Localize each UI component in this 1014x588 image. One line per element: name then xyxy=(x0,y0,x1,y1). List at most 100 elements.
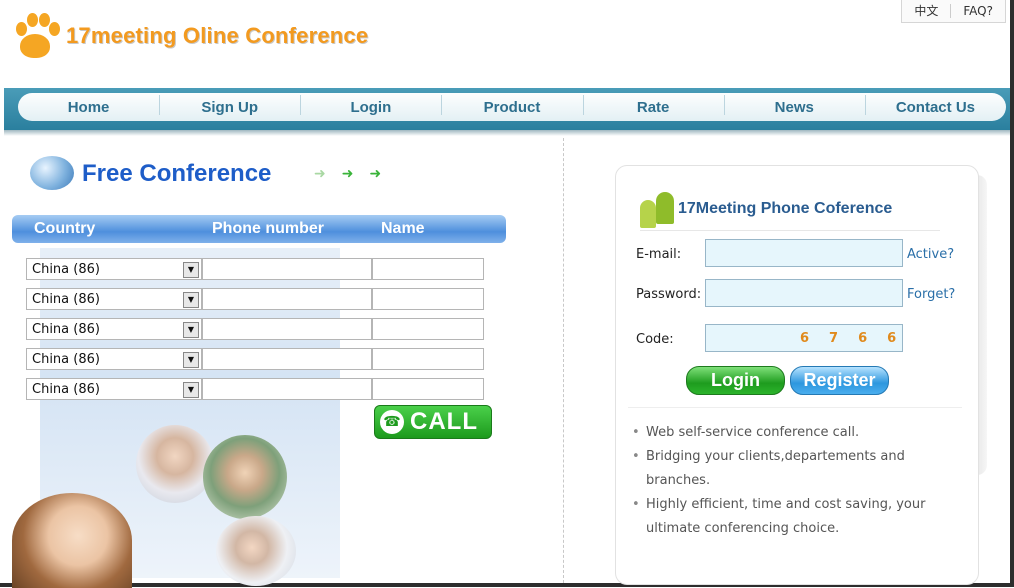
feature-text: Web self-service conference call. xyxy=(646,425,860,440)
chevron-down-icon[interactable]: ▼ xyxy=(183,292,199,308)
nav-shadow xyxy=(4,130,1010,136)
paw-toe xyxy=(39,13,50,27)
register-button[interactable]: Register xyxy=(790,366,889,395)
country-select[interactable]: China (86) ▼ xyxy=(26,318,202,340)
list-item: • Highly efficient, time and cost saving,… xyxy=(632,493,932,541)
chevron-down-icon[interactable]: ▼ xyxy=(183,352,199,368)
divider xyxy=(628,407,962,408)
participant-row: China (86) ▼ xyxy=(26,378,484,402)
nav-rate[interactable]: Rate xyxy=(582,94,724,116)
main-nav: Home Sign Up Login Product Rate News Con… xyxy=(18,93,1006,121)
country-select-value: China (86) xyxy=(32,352,100,367)
phone-number-input[interactable] xyxy=(202,378,372,400)
smiling-woman-photo xyxy=(12,493,132,588)
password-field[interactable] xyxy=(705,279,903,307)
participant-row: China (86) ▼ xyxy=(26,258,484,282)
nav-sign-up[interactable]: Sign Up xyxy=(159,94,300,116)
chinese-language-link[interactable]: 中文 xyxy=(902,0,950,22)
bullet-icon: • xyxy=(632,425,640,440)
name-input[interactable] xyxy=(372,318,484,340)
arrows-decoration: ➜ ➜ ➜ xyxy=(314,166,381,182)
chevron-down-icon[interactable]: ▼ xyxy=(183,262,199,278)
country-select-value: China (86) xyxy=(32,322,100,337)
active-link[interactable]: Active? xyxy=(907,247,954,262)
logo[interactable]: 17meeting Oline Conference xyxy=(10,10,368,62)
captcha-image[interactable]: 6 7 6 6 xyxy=(800,325,900,351)
captcha-char: 6 xyxy=(887,330,897,346)
divider xyxy=(640,230,940,231)
participant-row: China (86) ▼ xyxy=(26,288,484,312)
chevron-down-icon[interactable]: ▼ xyxy=(183,322,199,338)
faq-link[interactable]: FAQ? xyxy=(951,0,1005,22)
paw-pad xyxy=(20,34,50,58)
name-input[interactable] xyxy=(372,378,484,400)
nav-product[interactable]: Product xyxy=(441,94,582,116)
login-button[interactable]: Login xyxy=(686,366,785,395)
phone-number-input[interactable] xyxy=(202,288,372,310)
column-name: Name xyxy=(381,220,425,237)
login-panel-title: 17Meeting Phone Coference xyxy=(678,200,893,217)
people-icon xyxy=(638,190,676,230)
nav-login[interactable]: Login xyxy=(300,94,441,116)
woman-at-desk-photo xyxy=(216,516,296,586)
name-input[interactable] xyxy=(372,348,484,370)
bullet-icon: • xyxy=(632,449,640,464)
participants-table-header: Country Phone number Name xyxy=(12,215,506,243)
paw-toe xyxy=(16,22,27,36)
name-input[interactable] xyxy=(372,258,484,280)
man-on-phone-photo xyxy=(203,435,287,519)
chevron-down-icon[interactable]: ▼ xyxy=(183,382,199,398)
top-links: 中文 FAQ? xyxy=(901,0,1006,23)
main-nav-bar: Home Sign Up Login Product Rate News Con… xyxy=(4,88,1010,136)
call-button[interactable]: ☎ CALL xyxy=(374,405,492,439)
list-item: • Web self-service conference call. xyxy=(632,421,932,445)
phone-number-input[interactable] xyxy=(202,348,372,370)
column-phone-number: Phone number xyxy=(212,220,325,237)
phone-number-input[interactable] xyxy=(202,258,372,280)
password-label: Password: xyxy=(636,287,702,302)
forget-link[interactable]: Forget? xyxy=(907,287,955,302)
country-select[interactable]: China (86) ▼ xyxy=(26,348,202,370)
globe-icon xyxy=(30,156,74,190)
phone-number-input[interactable] xyxy=(202,318,372,340)
feature-text: Highly efficient, time and cost saving, … xyxy=(646,497,926,536)
column-country: Country xyxy=(34,220,96,237)
feature-text: Bridging your clients,departements and b… xyxy=(646,449,905,488)
country-select[interactable]: China (86) ▼ xyxy=(26,378,202,400)
arrow-right-icon: ➜ xyxy=(314,166,326,182)
country-select[interactable]: China (86) ▼ xyxy=(26,258,202,280)
code-label: Code: xyxy=(636,332,674,347)
nav-news[interactable]: News xyxy=(723,94,865,116)
captcha-char: 6 xyxy=(858,330,868,346)
participant-row: China (86) ▼ xyxy=(26,348,484,372)
logo-text: 17meeting Oline Conference xyxy=(66,23,369,48)
paw-toe xyxy=(27,13,38,27)
country-select-value: China (86) xyxy=(32,382,100,397)
paw-logo-icon xyxy=(10,10,60,62)
paw-toe xyxy=(49,22,60,36)
phone-icon: ☎ xyxy=(380,410,404,434)
arrow-right-icon: ➜ xyxy=(341,166,354,182)
call-button-label: CALL xyxy=(410,408,478,435)
person-shape xyxy=(640,200,656,228)
nav-home[interactable]: Home xyxy=(18,99,159,116)
email-field[interactable] xyxy=(705,239,903,267)
participant-row: China (86) ▼ xyxy=(26,318,484,342)
arrow-right-icon: ➜ xyxy=(369,166,382,182)
email-label: E-mail: xyxy=(636,247,682,262)
name-input[interactable] xyxy=(372,288,484,310)
person-shape xyxy=(656,192,674,224)
country-select[interactable]: China (86) ▼ xyxy=(26,288,202,310)
country-select-value: China (86) xyxy=(32,292,100,307)
country-select-value: China (86) xyxy=(32,262,100,277)
free-conference-title: Free Conference xyxy=(82,160,272,187)
list-item: • Bridging your clients,departements and … xyxy=(632,445,932,493)
woman-on-phone-photo xyxy=(136,425,214,503)
nav-contact-us[interactable]: Contact Us xyxy=(864,94,1006,116)
features-list: • Web self-service conference call. • Brid… xyxy=(632,421,932,541)
bullet-icon: • xyxy=(632,497,640,512)
vertical-divider xyxy=(563,138,564,583)
captcha-char: 6 xyxy=(800,330,810,346)
captcha-char: 7 xyxy=(829,330,839,346)
free-conference-section: Free Conference ➜ ➜ ➜ Country Phone numb… xyxy=(0,138,560,588)
